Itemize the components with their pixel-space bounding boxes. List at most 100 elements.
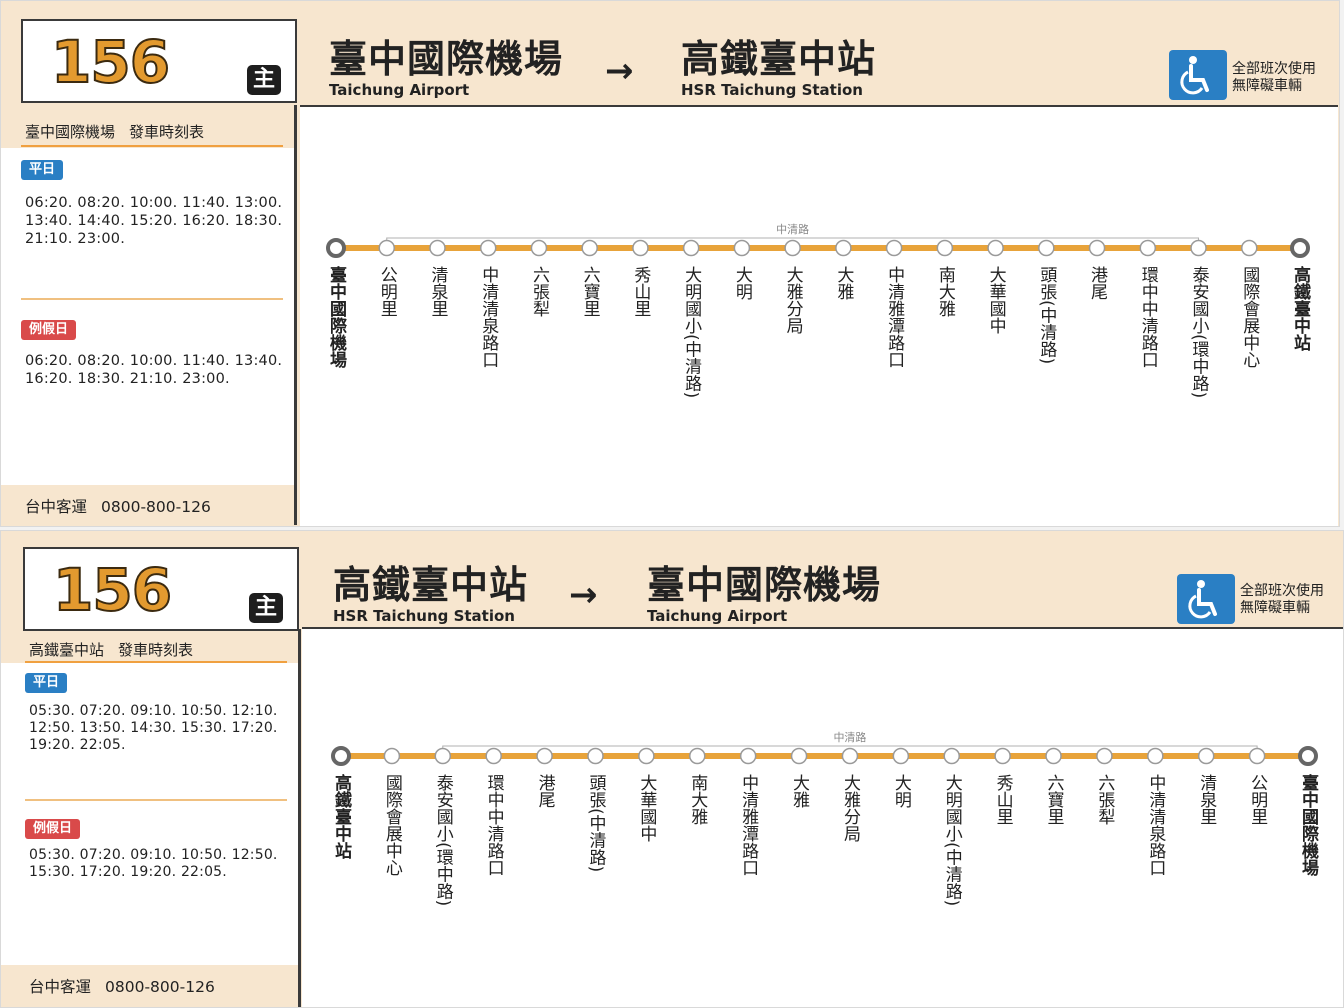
stop-name: 大雅 xyxy=(789,774,810,808)
stop-name: 清泉里 xyxy=(427,266,448,317)
stop-name: 大華國中 xyxy=(636,774,657,842)
stop-name: 環中中清路口 xyxy=(484,774,505,876)
origin-title: 高鐵臺中站 HSR Taichung Station xyxy=(333,563,529,625)
stop-name: 大雅分局 xyxy=(840,774,861,843)
divider xyxy=(21,298,283,300)
weekday-tag: 平日 xyxy=(21,160,64,180)
stop-marker xyxy=(1190,239,1207,257)
stop-name: 頭張(中清路) xyxy=(1036,266,1057,364)
stop-name: 大華國中 xyxy=(986,266,1007,334)
stop-name: 秀山里 xyxy=(993,774,1014,825)
holiday-times: 05:30. 07:20. 09:10. 10:50. 12:50. 15:30… xyxy=(29,847,278,880)
stop-marker xyxy=(383,747,401,765)
route-number-box: 156 主 xyxy=(23,547,299,631)
stop-name: 六張犁 xyxy=(529,266,550,317)
stop-name: 清泉里 xyxy=(1196,774,1217,825)
stop-name: 六寶里 xyxy=(580,266,601,317)
schedule-body: 平日 06:20. 08:20. 10:00. 11:40. 13:00. 13… xyxy=(1,148,294,485)
stop-name: 泰安國小(環中路) xyxy=(1189,266,1210,398)
stop-name: 中清清泉路口 xyxy=(478,266,499,368)
stop-name: 南大雅 xyxy=(687,774,708,825)
stop-marker xyxy=(1096,747,1113,765)
stop-name: 中清雅潭路口 xyxy=(884,266,905,368)
stop-marker xyxy=(739,747,757,765)
stop-marker xyxy=(733,239,751,257)
stop-name: 環中中清路口 xyxy=(1138,266,1159,368)
schedule-sidebar: 臺中國際機場 發車時刻表 平日 06:20. 08:20. 10:00. 11:4… xyxy=(1,105,297,525)
stop-name: 大明國小(中清路) xyxy=(942,774,963,906)
stop-name: 公明里 xyxy=(377,266,398,317)
stop-name: 六寶里 xyxy=(1044,774,1065,825)
route-number: 156 xyxy=(52,556,173,624)
road-label: 中清路 xyxy=(833,731,866,744)
terminal-stop-marker xyxy=(1290,238,1310,258)
stop-name: 秀山里 xyxy=(630,266,651,317)
schedule-body: 平日 05:30. 07:20. 09:10. 10:50. 12:10. 12… xyxy=(1,663,298,965)
origin-title: 臺中國際機場 Taichung Airport xyxy=(329,37,564,99)
terminal-stop-marker xyxy=(331,746,351,766)
route-panel-outbound: 156 主 臺中國際機場 發車時刻表 平日 06:20. 08:20. 10:00… xyxy=(0,0,1340,527)
stop-marker xyxy=(587,747,604,765)
stop-marker xyxy=(835,239,852,257)
stop-marker xyxy=(682,239,700,257)
route-map-svg: 中清路高鐵臺中站 國際會展中心 泰安國小(環中路) 環中中清路口 港尾 頭張(中清路) 大華… xyxy=(331,731,1319,906)
route-map: 中清路 高鐵臺中站 國際會展中心 泰安國小(環中路) 環中中清路口 港尾 頭張(中清路) 大華… xyxy=(302,627,1343,1007)
weekday-times: 06:20. 08:20. 10:00. 11:40. 13:00. 13:40… xyxy=(25,195,283,247)
stop-marker xyxy=(530,239,548,257)
holiday-tag: 例假日 xyxy=(21,320,77,340)
stop-marker xyxy=(638,747,655,765)
stop-marker xyxy=(1045,747,1062,765)
stop-marker xyxy=(841,747,859,765)
schedule-title: 臺中國際機場 發車時刻表 xyxy=(25,123,205,141)
stop-marker xyxy=(994,747,1011,765)
stop-marker xyxy=(1197,747,1215,765)
destination-title: 臺中國際機場 Taichung Airport xyxy=(647,563,882,625)
stop-name: 中清雅潭路口 xyxy=(738,774,759,876)
route-number-box: 156 主 xyxy=(21,19,297,103)
route-map-svg: 中清路臺中國際機場 公明里 清泉里 中清清泉路口 六張犁 六寶里 秀山里 大明國小(中清路) 大… xyxy=(326,223,1311,398)
route-map: 中清路 臺中國際機場 公明里 清泉里 中清清泉路口 六張犁 六寶里 秀山里 大明國小(中清路) 大… xyxy=(300,105,1338,526)
stop-marker xyxy=(784,239,801,257)
stop-marker xyxy=(632,239,649,257)
main-route-badge: 主 xyxy=(247,65,281,95)
stop-marker xyxy=(479,239,497,257)
stop-marker xyxy=(1248,747,1266,765)
right-arrow-icon: → xyxy=(569,575,598,615)
stop-marker xyxy=(1139,239,1157,257)
accessibility-note: 全部班次使用 無障礙車輛 xyxy=(1240,583,1324,616)
stop-marker xyxy=(434,747,452,765)
accessibility-note: 全部班次使用 無障礙車輛 xyxy=(1232,61,1316,94)
stop-marker xyxy=(485,747,502,765)
stop-name: 頭張(中清路) xyxy=(585,774,606,872)
stop-name: 大雅分局 xyxy=(783,266,804,335)
stop-marker xyxy=(1147,747,1164,765)
stop-marker xyxy=(790,747,808,765)
stop-marker xyxy=(892,747,910,765)
wheelchair-icon xyxy=(1169,50,1227,100)
terminal-stop-marker xyxy=(1298,746,1318,766)
stop-name: 高鐵臺中站 xyxy=(331,773,352,860)
stop-name: 南大雅 xyxy=(935,266,956,317)
stop-marker xyxy=(536,747,553,765)
stop-name: 大明國小(中清路) xyxy=(681,266,702,398)
stop-marker xyxy=(1241,239,1258,257)
divider xyxy=(25,799,287,801)
route-panel-return: 156 主 高鐵臺中站 發車時刻表 平日 05:30. 07:20. 09:10.… xyxy=(0,530,1344,1008)
weekday-tag: 平日 xyxy=(25,673,68,693)
stop-marker xyxy=(936,239,954,257)
stop-name: 臺中國際機場 xyxy=(326,265,347,369)
stop-marker xyxy=(1038,239,1055,257)
stop-marker xyxy=(987,239,1004,257)
operator-contact: 台中客運 0800-800-126 xyxy=(29,978,215,996)
stop-name: 大明 xyxy=(732,266,753,301)
stop-name: 大明 xyxy=(891,774,912,809)
stop-marker xyxy=(429,239,446,257)
stop-name: 泰安國小(環中路) xyxy=(433,774,454,906)
holiday-times: 06:20. 08:20. 10:00. 11:40. 13:40. 16:20… xyxy=(25,353,283,387)
schedule-title: 高鐵臺中站 發車時刻表 xyxy=(29,641,194,659)
stop-marker xyxy=(581,239,598,257)
stop-marker xyxy=(885,239,903,257)
stop-name: 中清清泉路口 xyxy=(1145,774,1166,876)
wheelchair-icon xyxy=(1177,574,1235,624)
terminal-stop-marker xyxy=(326,238,346,258)
